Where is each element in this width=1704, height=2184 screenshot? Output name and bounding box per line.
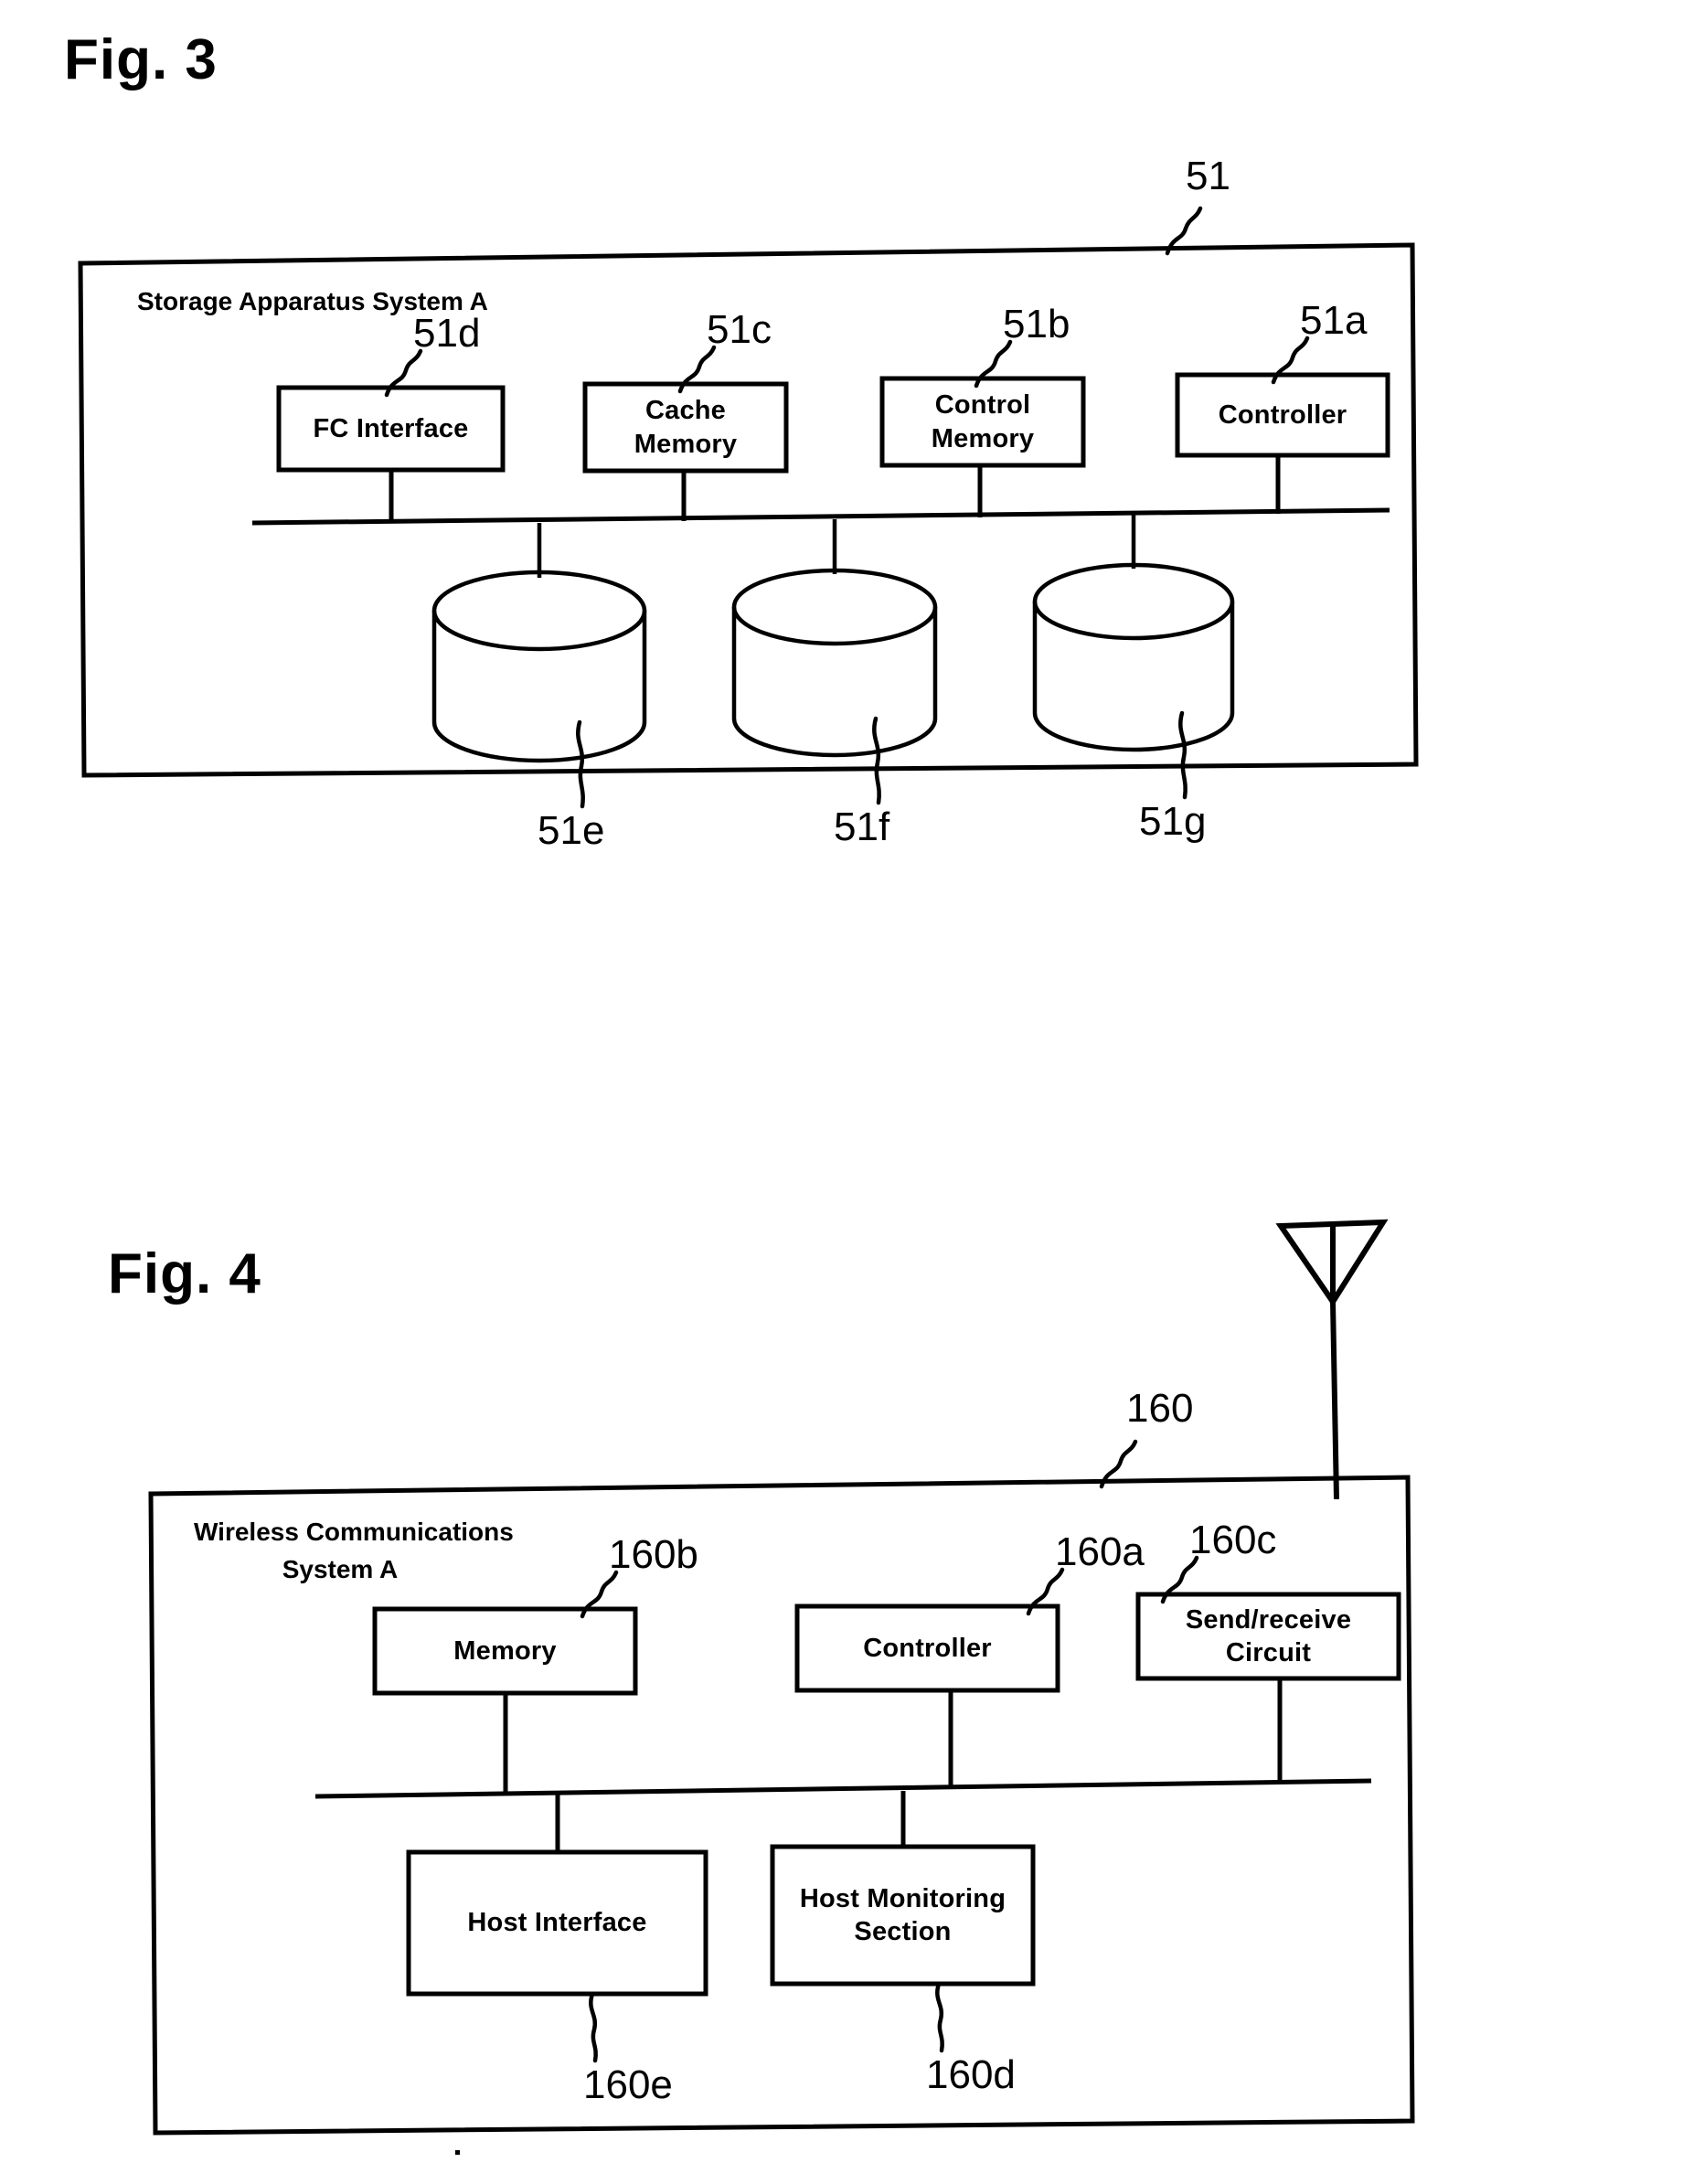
- fig3-ref-51g: 51g: [1139, 799, 1207, 844]
- fig3-label-ctrlmem-line1: Control: [934, 390, 1031, 421]
- fig3-label-cache-line1: Cache: [644, 396, 727, 426]
- fig3-disk-2: [731, 568, 938, 758]
- antenna-icon: [1275, 1219, 1389, 1500]
- fig3-ref-51: 51: [1186, 154, 1230, 198]
- fig3-label-control-memory: Control Memory: [882, 378, 1083, 465]
- fig4-system-label-line2: System A: [282, 1555, 399, 1583]
- fig3-ref-51e: 51e: [538, 808, 605, 853]
- fig3-ref-51f: 51f: [834, 804, 890, 849]
- fig4-bus-line: [314, 1778, 1372, 1799]
- fig4-leader-160d: [935, 1981, 944, 2053]
- fig4-ref-160e: 160e: [583, 2062, 673, 2107]
- fig3-ref-51c: 51c: [707, 307, 772, 352]
- figure-3-title: Fig. 3: [64, 28, 218, 91]
- fig4-label-sendrecv-line1: Send/receive: [1185, 1604, 1352, 1635]
- fig3-label-fc-interface: FC Interface: [313, 413, 469, 443]
- fig3-disk-3: [1032, 562, 1235, 752]
- figure-4-title: Fig. 4: [108, 1242, 261, 1305]
- fig4-label-hostmon-line1: Host Monitoring: [799, 1883, 1006, 1913]
- fig3-ref-51a: 51a: [1300, 298, 1368, 343]
- fig4-label-sendrecv-line2: Circuit: [1225, 1638, 1312, 1667]
- fig3-leader-51g: [1178, 710, 1187, 800]
- fig3-outer-leader: [1165, 206, 1203, 256]
- fig4-label-send-receive-circuit: Send/receive Circuit: [1138, 1594, 1399, 1678]
- page-artifact-dot: [455, 2150, 460, 2155]
- fig3-label-cache-line2: Memory: [634, 429, 738, 459]
- fig3-ref-51b: 51b: [1003, 302, 1070, 346]
- fig4-ref-160c: 160c: [1189, 1518, 1277, 1562]
- fig3-bus-line: [251, 507, 1390, 526]
- fig4-outer-leader: [1099, 1439, 1138, 1489]
- fig4-label-memory: Memory: [453, 1635, 557, 1666]
- fig3-ref-51d: 51d: [413, 311, 481, 356]
- fig4-label-controller: Controller: [863, 1633, 992, 1663]
- fig3-label-ctrlmem-line2: Memory: [931, 423, 1035, 453]
- fig4-leader-160e: [589, 1991, 598, 2063]
- fig4-label-hostmon-line2: Section: [854, 1917, 952, 1946]
- fig3-leader-51e: [576, 719, 585, 809]
- fig4-system-label-line1: Wireless Communications: [194, 1518, 514, 1546]
- fig3-leader-51f: [872, 716, 881, 805]
- fig3-label-cache-memory: Cache Memory: [585, 384, 786, 471]
- fig4-ref-160b: 160b: [609, 1532, 698, 1577]
- fig4-label-host-interface: Host Interface: [467, 1908, 647, 1938]
- fig4-ref-160d: 160d: [926, 2052, 1016, 2097]
- fig4-ref-160a: 160a: [1055, 1529, 1145, 1574]
- fig3-disk-1: [431, 570, 647, 763]
- fig3-label-controller: Controller: [1218, 400, 1347, 430]
- fig4-label-host-monitoring: Host Monitoring Section: [772, 1847, 1033, 1984]
- patent-drawing-sheet: Fig. 3 Storage Apparatus System A 51 FC …: [0, 0, 1704, 2184]
- fig4-ref-160: 160: [1126, 1386, 1194, 1431]
